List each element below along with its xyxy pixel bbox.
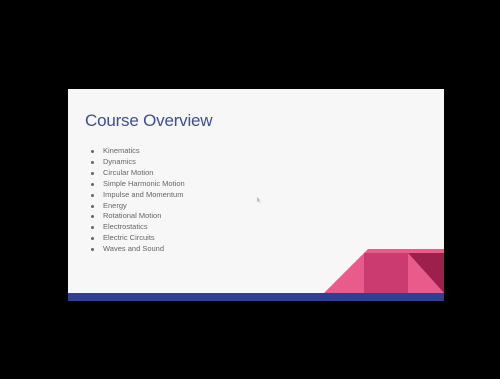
list-item: Dynamics: [90, 157, 185, 168]
list-item: Waves and Sound: [90, 244, 185, 255]
video-frame: Course Overview Kinematics Dynamics Circ…: [0, 0, 500, 379]
list-item: Kinematics: [90, 146, 185, 157]
list-item: Simple Harmonic Motion: [90, 179, 185, 190]
list-item: Impulse and Momentum: [90, 190, 185, 201]
slide-footer-bar: [68, 293, 444, 301]
list-item: Rotational Motion: [90, 211, 185, 222]
slide-title: Course Overview: [85, 111, 213, 130]
list-item: Energy: [90, 201, 185, 212]
list-item: Electric Circuits: [90, 233, 185, 244]
mouse-cursor-icon: [257, 197, 261, 203]
presentation-slide: Course Overview Kinematics Dynamics Circ…: [68, 89, 444, 301]
bullet-list: Kinematics Dynamics Circular Motion Simp…: [90, 146, 185, 255]
decorative-triangles: [324, 249, 444, 293]
list-item: Electrostatics: [90, 222, 185, 233]
list-item: Circular Motion: [90, 168, 185, 179]
